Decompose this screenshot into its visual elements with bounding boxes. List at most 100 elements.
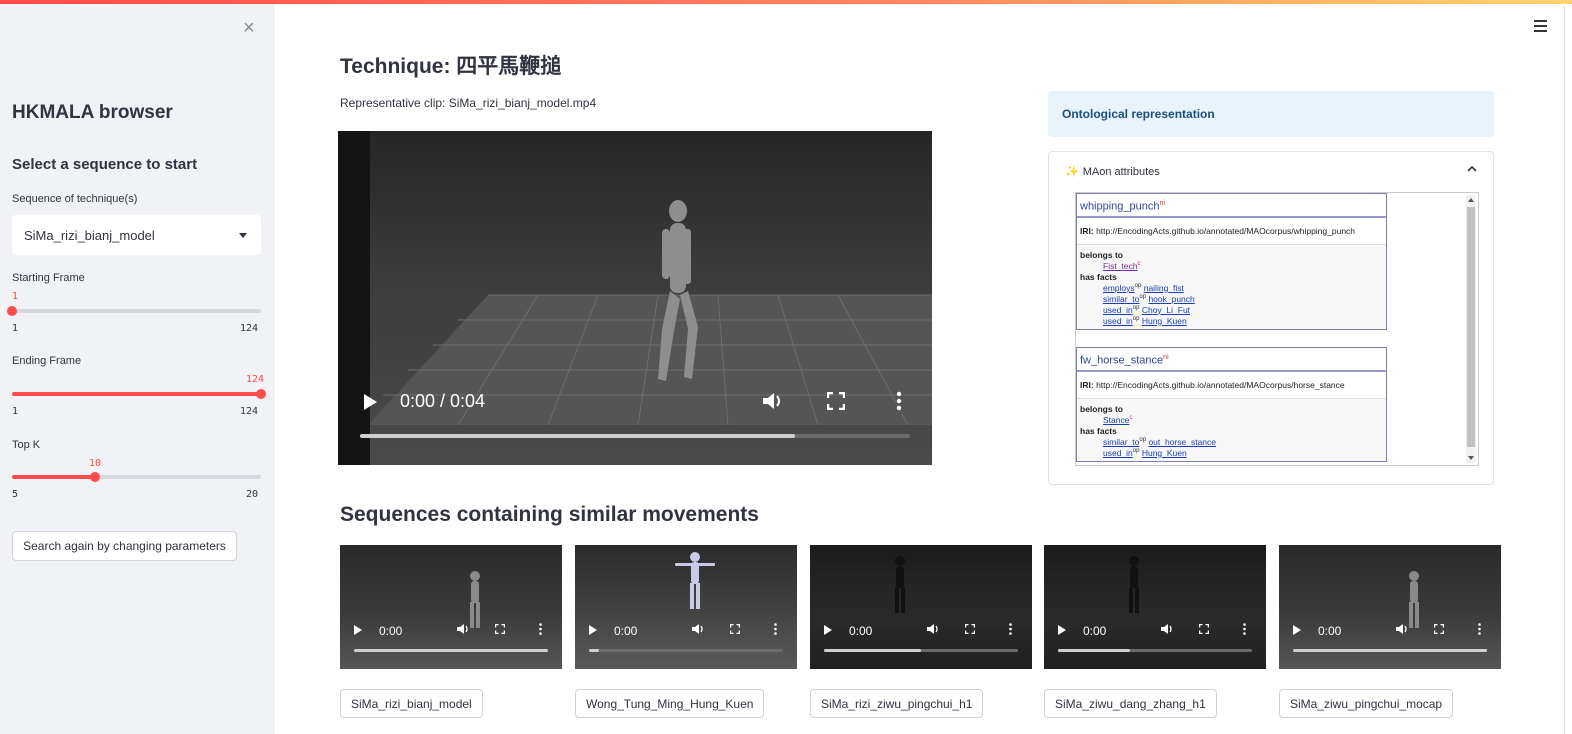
owl-facts: belongs to Fist_techc has facts employso… bbox=[1077, 244, 1386, 329]
topk-thumb[interactable] bbox=[90, 472, 100, 482]
fullscreen-icon[interactable] bbox=[965, 624, 975, 634]
topk-value: 10 bbox=[88, 458, 102, 469]
owl-entity-name[interactable]: fw_horse_stanceni bbox=[1077, 348, 1386, 372]
owl-entity-card: fw_horse_stanceni IRI: http://EncodingAc… bbox=[1076, 347, 1387, 462]
fullscreen-icon[interactable] bbox=[1434, 624, 1444, 634]
video-time: 0:00 bbox=[849, 624, 873, 638]
owl-scrollbar[interactable] bbox=[1466, 195, 1476, 463]
play-icon[interactable] bbox=[824, 625, 832, 635]
search-again-button[interactable]: Search again by changing parameters bbox=[12, 531, 237, 561]
similar-video-player[interactable]: 0:00 bbox=[810, 545, 1032, 669]
page-title: Technique: 四平馬鞭搥 bbox=[340, 55, 562, 78]
expander-title-text: MAon attributes bbox=[1082, 166, 1160, 178]
play-icon[interactable] bbox=[1058, 625, 1066, 635]
app-title: HKMALA browser bbox=[12, 102, 173, 123]
sequence-select-button[interactable]: SiMa_ziwu_dang_zhang_h1 bbox=[1044, 689, 1217, 718]
ontology-info-box: Ontological representation bbox=[1048, 91, 1494, 137]
volume-icon[interactable] bbox=[1161, 623, 1173, 635]
owl-fact-row: used_inop Choy_Li_Fut bbox=[1103, 304, 1191, 315]
video-progress-bar[interactable] bbox=[1293, 649, 1487, 652]
more-options-icon[interactable] bbox=[1009, 623, 1012, 635]
topk-max: 20 bbox=[246, 489, 259, 500]
owl-fact-row: similar_toop hook_punch bbox=[1103, 293, 1195, 304]
similar-video-player[interactable]: 0:00 bbox=[1279, 545, 1501, 669]
more-options-icon[interactable] bbox=[896, 391, 902, 411]
starting-frame-value: 1 bbox=[12, 291, 19, 302]
figure-silhouette bbox=[1129, 556, 1139, 613]
video-progress-fill bbox=[824, 649, 921, 652]
play-icon[interactable] bbox=[589, 625, 597, 635]
video-progress-bar[interactable] bbox=[1058, 649, 1252, 652]
similar-video-player[interactable]: 0:00 bbox=[575, 545, 797, 669]
more-options-icon[interactable] bbox=[1243, 623, 1246, 635]
owl-iri: IRI: http://EncodingActs.github.io/annot… bbox=[1077, 218, 1386, 245]
chevron-up-icon[interactable] bbox=[1467, 164, 1477, 174]
more-options-icon[interactable] bbox=[539, 623, 542, 635]
similar-video-player[interactable]: 0:00 bbox=[340, 545, 562, 669]
volume-icon[interactable] bbox=[692, 623, 704, 635]
owl-class-link[interactable]: Fist_tech bbox=[1103, 261, 1138, 271]
similar-sequences-title: Sequences containing similar movements bbox=[340, 503, 759, 526]
ending-frame-slider[interactable] bbox=[12, 389, 266, 399]
more-options-icon[interactable] bbox=[1478, 623, 1481, 635]
owl-fact-row: used_inop Hung_Kuen bbox=[1103, 315, 1187, 326]
sequence-select-value: SiMa_rizi_bianj_model bbox=[24, 228, 155, 243]
video-progress-bar[interactable] bbox=[824, 649, 1018, 652]
main-video-player[interactable]: 0:00 / 0:04 bbox=[338, 131, 932, 465]
figure-silhouette bbox=[470, 571, 480, 628]
close-sidebar-icon[interactable]: × bbox=[243, 18, 255, 38]
clip-caption: Representative clip: SiMa_rizi_bianj_mod… bbox=[340, 96, 597, 110]
ending-frame-min: 1 bbox=[12, 406, 19, 417]
fullscreen-icon[interactable] bbox=[1199, 624, 1209, 634]
sequence-select-button[interactable]: SiMa_ziwu_pingchui_mocap bbox=[1279, 689, 1454, 718]
video-progress-bar[interactable] bbox=[354, 649, 548, 652]
play-icon[interactable] bbox=[354, 625, 362, 635]
more-options-icon[interactable] bbox=[774, 623, 777, 635]
topk-slider[interactable] bbox=[12, 472, 261, 482]
maon-attributes-expander[interactable]: ✨ MAon attributes whipping_punchni IRI: h… bbox=[1048, 151, 1494, 485]
owl-fact-row: used_inop Hung_Kuen bbox=[1103, 447, 1187, 458]
starting-frame-thumb[interactable] bbox=[7, 306, 17, 316]
video-progress-bar[interactable] bbox=[360, 434, 910, 438]
figure-silhouette bbox=[895, 556, 905, 613]
ending-frame-label: Ending Frame bbox=[12, 355, 82, 367]
figure-silhouette bbox=[1409, 571, 1419, 628]
sidebar: × HKMALA browser Select a sequence to st… bbox=[0, 4, 275, 734]
video-progress-bar[interactable] bbox=[589, 649, 783, 652]
volume-icon[interactable] bbox=[927, 623, 939, 635]
video-time: 0:00 bbox=[1318, 624, 1342, 638]
similar-video-player[interactable]: 0:00 bbox=[1044, 545, 1266, 669]
sequence-select-button[interactable]: SiMa_rizi_bianj_model bbox=[340, 689, 483, 718]
play-icon[interactable] bbox=[1293, 625, 1301, 635]
page-scrollbar[interactable] bbox=[1564, 6, 1565, 734]
owl-entity-card: whipping_punchni IRI: http://EncodingAct… bbox=[1076, 193, 1387, 330]
sequence-select[interactable]: SiMa_rizi_bianj_model bbox=[12, 215, 261, 255]
ending-frame-value: 124 bbox=[246, 374, 265, 385]
starting-frame-max: 124 bbox=[240, 323, 259, 334]
owl-fact-row: similar_toop out_horse_stance bbox=[1103, 436, 1217, 447]
owl-entity-name[interactable]: whipping_punchni bbox=[1077, 194, 1386, 218]
volume-icon[interactable] bbox=[762, 391, 784, 411]
play-icon[interactable] bbox=[362, 393, 378, 411]
owl-class-link[interactable]: Stance bbox=[1103, 415, 1129, 425]
sequence-select-button[interactable]: SiMa_rizi_ziwu_pingchui_h1 bbox=[810, 689, 984, 718]
video-time: 0:00 bbox=[614, 624, 638, 638]
ending-frame-thumb[interactable] bbox=[256, 389, 266, 399]
video-time: 0:00 bbox=[379, 624, 403, 638]
fullscreen-icon[interactable] bbox=[730, 624, 740, 634]
hamburger-menu-icon[interactable] bbox=[1534, 20, 1547, 32]
ontology-header: Ontological representation bbox=[1062, 107, 1215, 121]
starting-frame-min: 1 bbox=[12, 323, 19, 334]
sequence-select-button[interactable]: Wong_Tung_Ming_Hung_Kuen bbox=[575, 689, 765, 718]
owl-facts: belongs to Stancec has facts similar_too… bbox=[1077, 398, 1386, 461]
chevron-down-icon bbox=[239, 233, 247, 238]
fullscreen-icon[interactable] bbox=[495, 624, 505, 634]
volume-icon[interactable] bbox=[457, 623, 469, 635]
volume-icon[interactable] bbox=[1396, 623, 1408, 635]
owl-iri: IRI: http://EncodingActs.github.io/annot… bbox=[1077, 372, 1386, 399]
topk-min: 5 bbox=[12, 489, 19, 500]
video-time: 0:00 / 0:04 bbox=[400, 391, 486, 411]
fullscreen-icon[interactable] bbox=[827, 392, 845, 410]
video-progress-fill bbox=[589, 649, 599, 652]
starting-frame-slider[interactable] bbox=[7, 306, 261, 316]
